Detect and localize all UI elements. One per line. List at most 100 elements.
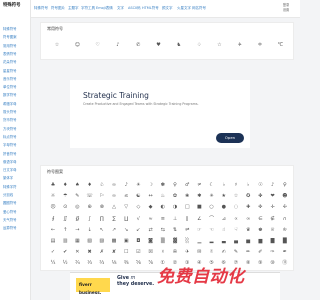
sidebar-item[interactable]: 日文字母 (3, 167, 29, 174)
symbol-art-cell[interactable]: ∮ (47, 214, 59, 224)
symbol-art-cell[interactable]: ♭ (242, 180, 254, 190)
symbol-art-cell[interactable]: ∠ (193, 214, 205, 224)
nav-item[interactable]: 网名符号 (192, 6, 206, 11)
sidebar-item[interactable]: 符号图案 (3, 34, 29, 41)
symbol-cell[interactable]: ✡ (254, 40, 266, 50)
symbol-art-cell[interactable]: ✍ (218, 247, 230, 257)
symbol-art-cell[interactable]: ↔ (145, 191, 157, 201)
symbol-art-cell[interactable]: ✕ (71, 247, 83, 257)
symbol-cell[interactable]: ♡ (92, 40, 104, 50)
symbol-cell[interactable]: ☺ (71, 40, 83, 50)
symbol-art-cell[interactable]: ✜ (254, 202, 266, 212)
symbol-art-cell[interactable]: ⇄ (145, 225, 157, 235)
symbol-art-cell[interactable]: ∏ (96, 214, 108, 224)
symbol-art-cell[interactable]: ← (47, 225, 59, 235)
symbol-art-cell[interactable]: ¼ (47, 258, 59, 268)
site-logo[interactable]: 特殊符号 (3, 3, 29, 9)
symbol-art-cell[interactable]: ∉ (267, 214, 279, 224)
symbol-art-cell[interactable]: ✿ (169, 191, 181, 201)
symbol-cell[interactable]: ♞ (173, 40, 185, 50)
symbol-art-cell[interactable]: ✒ (279, 247, 291, 257)
symbol-art-cell[interactable]: ⅔ (96, 258, 108, 268)
sidebar-item[interactable]: 俄语字母 (3, 159, 29, 166)
nav-item[interactable]: 颜文字 (162, 6, 173, 11)
symbol-art-cell[interactable]: ✪ (242, 191, 254, 201)
symbol-art-cell[interactable]: ■ (193, 202, 205, 212)
symbol-art-cell[interactable]: ☜ (206, 225, 218, 235)
symbol-art-cell[interactable]: ¾ (71, 258, 83, 268)
symbol-art-cell[interactable]: ✓ (47, 247, 59, 257)
symbol-art-cell[interactable]: ✢ (279, 202, 291, 212)
symbol-art-cell[interactable]: ♣ (47, 180, 59, 190)
symbol-art-cell[interactable]: ☯ (132, 191, 144, 201)
sidebar-item[interactable]: 货币符号 (3, 117, 29, 124)
symbol-art-cell[interactable]: ∞ (242, 214, 254, 224)
symbol-art-cell[interactable]: ⚐ (96, 191, 108, 201)
symbol-art-cell[interactable]: ✐ (254, 247, 266, 257)
nav-item[interactable]: 文字 (117, 6, 124, 11)
symbol-art-cell[interactable]: ○ (206, 202, 218, 212)
symbol-cell[interactable]: ♪ (112, 40, 124, 50)
symbol-art-cell[interactable]: ♦ (84, 180, 96, 190)
symbol-art-cell[interactable]: ≈ (145, 214, 157, 224)
symbol-art-cell[interactable]: ✤ (254, 191, 266, 201)
nav-item[interactable]: 特殊符号 (34, 6, 48, 11)
symbol-art-cell[interactable]: ↙ (132, 225, 144, 235)
symbol-art-cell[interactable]: ✎ (71, 191, 83, 201)
symbol-art-cell[interactable]: ♠ (71, 180, 83, 190)
symbol-art-cell[interactable]: ↗ (108, 225, 120, 235)
symbol-cell[interactable]: ♥ (153, 40, 165, 50)
symbol-art-cell[interactable]: ∞ (108, 180, 120, 190)
symbol-art-cell[interactable]: ∥ (181, 214, 193, 224)
symbol-art-cell[interactable]: ✑ (267, 247, 279, 257)
nav-item[interactable]: 主题字 (68, 6, 79, 11)
symbol-art-cell[interactable]: ∞ (108, 191, 120, 201)
symbol-art-cell[interactable]: ☀ (132, 180, 144, 190)
symbol-art-cell[interactable]: ↘ (120, 225, 132, 235)
symbol-art-cell[interactable]: ▓ (169, 236, 181, 246)
symbol-art-cell[interactable]: ▨ (96, 236, 108, 246)
symbol-art-cell[interactable]: ∫ (84, 214, 96, 224)
symbol-art-cell[interactable]: ☏ (84, 191, 96, 201)
symbol-art-cell[interactable]: ♛ (242, 225, 254, 235)
symbol-art-cell[interactable]: ▄ (230, 236, 242, 246)
symbol-art-cell[interactable]: ☆ (230, 191, 242, 201)
symbol-art-cell[interactable]: ☟ (230, 225, 242, 235)
sidebar-item[interactable]: 标点符号 (3, 134, 29, 141)
symbol-art-cell[interactable]: ⅛ (108, 258, 120, 268)
symbol-cell[interactable]: ✆ (132, 40, 144, 50)
symbol-art-cell[interactable]: ▇ (267, 236, 279, 246)
symbol-art-cell[interactable]: ⅞ (145, 258, 157, 268)
symbol-art-cell[interactable]: ◙ (145, 236, 157, 246)
sidebar-item[interactable]: 运算符号 (3, 225, 29, 232)
symbol-art-cell[interactable]: ❤ (267, 191, 279, 201)
symbol-art-cell[interactable]: ✛ (267, 202, 279, 212)
symbol-art-cell[interactable]: ☞ (193, 225, 205, 235)
symbol-art-cell[interactable]: ▂ (206, 236, 218, 246)
symbol-art-cell[interactable]: ✘ (108, 247, 120, 257)
symbol-art-cell[interactable]: ↓ (84, 225, 96, 235)
symbol-art-cell[interactable]: ≡ (157, 214, 169, 224)
symbol-art-cell[interactable]: ◘ (132, 236, 144, 246)
sidebar-item[interactable]: 数学符号 (3, 92, 29, 99)
sidebar-item[interactable]: 繁体字 (3, 175, 29, 182)
sidebar-item[interactable]: 圆圈符号 (3, 200, 29, 207)
symbol-art-cell[interactable]: ✽ (157, 180, 169, 190)
symbol-art-cell[interactable]: ∈ (254, 214, 266, 224)
symbol-art-cell[interactable]: ★ (218, 191, 230, 201)
symbol-art-cell[interactable]: ☑ (132, 247, 144, 257)
nav-item[interactable]: ASCII码 (128, 6, 141, 11)
symbol-art-cell[interactable]: ☂ (59, 191, 71, 201)
symbol-art-cell[interactable]: ⇅ (169, 225, 181, 235)
symbol-art-cell[interactable]: ⅓ (84, 258, 96, 268)
nav-item[interactable]: 符号图片 (51, 6, 65, 11)
symbol-art-cell[interactable]: ▧ (84, 236, 96, 246)
nav-item[interactable]: HTML符号 (142, 6, 159, 11)
sidebar-item[interactable]: 音乐符号 (3, 76, 29, 83)
symbol-art-cell[interactable]: ↖ (96, 225, 108, 235)
symbol-art-cell[interactable]: ⊕ (84, 202, 96, 212)
symbol-art-cell[interactable]: ◐ (157, 202, 169, 212)
sidebar-item[interactable]: 特殊字符 (3, 184, 29, 191)
sidebar-item[interactable]: 希腊字母 (3, 101, 29, 108)
symbol-art-cell[interactable]: ⑨ (254, 258, 266, 268)
